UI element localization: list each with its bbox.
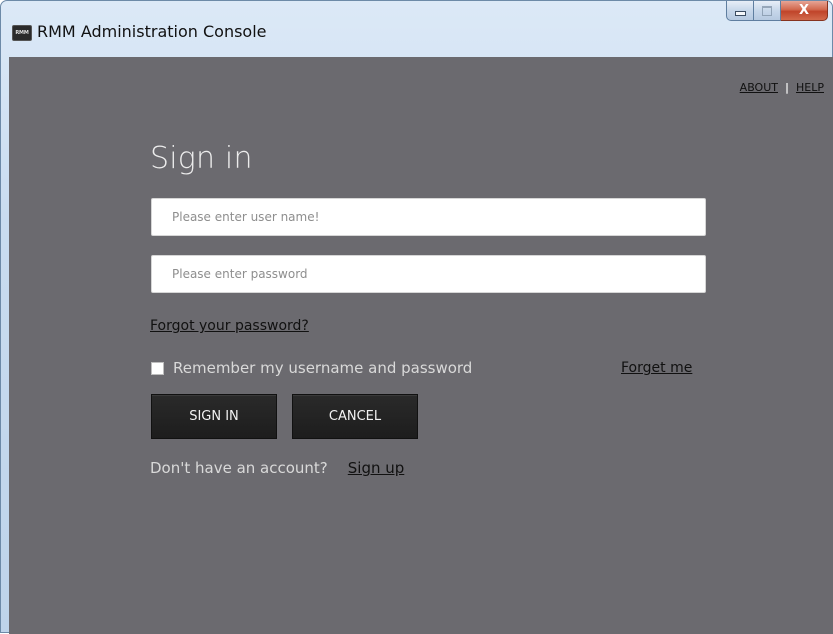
about-link[interactable]: ABOUT <box>740 81 778 94</box>
password-input[interactable] <box>151 255 706 293</box>
page-title: Sign in <box>150 141 253 176</box>
close-icon: X <box>798 3 810 18</box>
forget-me-link[interactable]: Forget me <box>621 360 692 376</box>
cancel-button[interactable]: CANCEL <box>292 394 418 439</box>
window-frame: RMM RMM Administration Console X ABOUT |… <box>0 0 833 634</box>
username-input[interactable] <box>151 198 706 236</box>
sign-up-link[interactable]: Sign up <box>348 459 405 477</box>
help-link[interactable]: HELP <box>796 81 824 94</box>
close-button[interactable]: X <box>781 1 828 21</box>
maximize-icon <box>762 5 772 16</box>
link-separator: | <box>784 81 790 94</box>
client-area: ABOUT | HELP Sign in Forgot your passwor… <box>9 57 833 634</box>
window-title: RMM Administration Console <box>37 22 267 41</box>
app-icon: RMM <box>12 25 32 41</box>
caption-buttons: X <box>726 1 828 23</box>
remember-row: Remember my username and password <box>151 359 472 377</box>
minimize-icon <box>734 11 746 16</box>
forgot-password-link[interactable]: Forgot your password? <box>150 318 309 334</box>
maximize-button[interactable] <box>754 1 781 21</box>
minimize-button[interactable] <box>726 1 754 21</box>
signup-row: Don't have an account? Sign up <box>150 459 404 477</box>
remember-label[interactable]: Remember my username and password <box>173 359 472 377</box>
title-bar[interactable]: RMM RMM Administration Console X <box>1 1 833 57</box>
header-links: ABOUT | HELP <box>740 81 824 94</box>
signup-prompt: Don't have an account? <box>150 459 328 477</box>
sign-in-button[interactable]: SIGN IN <box>151 394 277 439</box>
remember-checkbox[interactable] <box>151 361 164 375</box>
app-window: RMM RMM Administration Console X ABOUT |… <box>0 0 833 634</box>
